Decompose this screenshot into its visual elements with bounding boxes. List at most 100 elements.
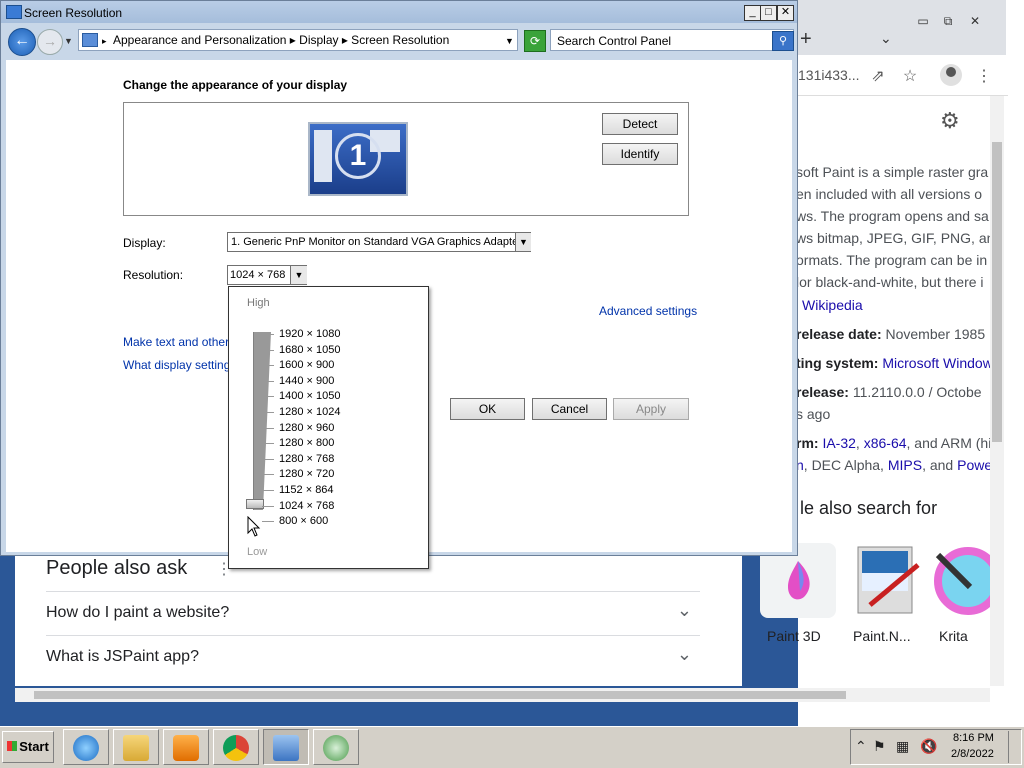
breadcrumb[interactable]: Appearance and Personalization ▸ Display… — [113, 33, 449, 47]
action-center-flag-icon[interactable]: ⚑ — [873, 738, 886, 755]
kp-os-link[interactable]: Microsoft Window — [882, 355, 992, 371]
maximize-button[interactable]: □ — [760, 5, 777, 21]
chevron-down-icon[interactable]: ▼ — [290, 266, 307, 284]
kp-description-line: lor black-and-white, but there i — [796, 274, 984, 290]
recent-pages-icon[interactable]: ▼ — [64, 36, 73, 46]
installer-icon — [323, 735, 349, 761]
resolution-option[interactable]: 1600 × 900 — [279, 359, 334, 371]
mouse-cursor-icon — [247, 516, 261, 537]
paa-question-row[interactable]: How do I paint a website? ⌄ — [46, 591, 700, 636]
resolution-option[interactable]: 1280 × 960 — [279, 422, 334, 434]
window-icon — [6, 5, 22, 19]
kp-description-line: ws. The program opens and sa — [796, 208, 989, 224]
kp-stable-row: release: 11.2110.0.0 / Octobe — [796, 384, 982, 400]
clock-time[interactable]: 8:16 PM — [953, 732, 994, 744]
taskbar-media-player[interactable] — [163, 729, 209, 765]
kp-stable-ago: s ago — [796, 406, 831, 422]
show-desktop-button[interactable] — [1008, 731, 1021, 763]
clock-date[interactable]: 2/8/2022 — [951, 748, 994, 760]
close-button[interactable]: ✕ — [777, 5, 794, 21]
vertical-scroll-thumb[interactable] — [992, 142, 1002, 442]
start-button[interactable]: Start — [2, 731, 54, 763]
share-icon[interactable]: ⇗ — [868, 66, 888, 86]
kp-platform-link[interactable]: x86-64 — [864, 435, 907, 451]
resolution-option[interactable]: 1280 × 800 — [279, 437, 334, 449]
identify-button[interactable]: Identify — [602, 143, 678, 165]
kp-platform-link[interactable]: IA-32 — [822, 435, 855, 451]
address-bar[interactable]: 131i433... — [798, 67, 860, 83]
advanced-settings-link[interactable]: Advanced settings — [599, 304, 697, 318]
ok-button[interactable]: OK — [450, 398, 525, 420]
network-icon[interactable]: ▦ — [896, 738, 909, 755]
krita-icon — [934, 547, 1002, 615]
taskbar-chrome[interactable] — [213, 729, 259, 765]
resolution-option[interactable]: 1280 × 1024 — [279, 406, 340, 418]
resolution-tick — [262, 365, 274, 366]
paa-question-row[interactable]: What is JSPaint app? ⌄ — [46, 635, 700, 680]
breadcrumb-separator-icon[interactable]: ▸ — [102, 36, 107, 47]
kp-platform-link[interactable]: MIPS — [888, 457, 922, 473]
tile-caption: Paint 3D — [767, 628, 821, 644]
kp-description-line: en included with all versions o — [796, 186, 982, 202]
gear-icon[interactable]: ⚙ — [940, 108, 960, 134]
text-size-link[interactable]: Make text and other it — [123, 335, 238, 349]
resolution-slider-thumb[interactable] — [246, 499, 264, 509]
refresh-button[interactable]: ⟳ — [524, 30, 546, 52]
kp-release-value: November 1985 — [885, 326, 986, 342]
people-also-search-heading: le also search for — [800, 498, 938, 518]
kp-stable-label: release: — [796, 384, 849, 400]
taskbar-control-panel[interactable] — [263, 729, 309, 765]
tile-caption: Paint.N... — [853, 628, 911, 644]
minimize-icon[interactable]: ▭ — [912, 14, 934, 30]
kp-release-label: release date: — [796, 326, 882, 342]
resolution-option[interactable]: 800 × 600 — [279, 515, 328, 527]
kp-description-line: soft Paint is a simple raster gra — [796, 164, 989, 180]
menu-kebab-icon[interactable]: ⋮ — [974, 66, 994, 86]
chevron-down-icon[interactable]: ▼ — [515, 233, 531, 251]
taskbar-internet-explorer[interactable] — [63, 729, 109, 765]
volume-muted-icon[interactable]: 🔇 — [920, 738, 937, 755]
profile-avatar[interactable] — [940, 64, 962, 86]
chevron-up-icon[interactable]: ⌃ — [855, 738, 867, 755]
apply-button[interactable]: Apply — [613, 398, 689, 420]
windows-logo-icon — [7, 741, 18, 751]
taskbar-installer[interactable] — [313, 729, 359, 765]
tile-paintnet[interactable] — [846, 543, 922, 618]
resolution-option[interactable]: 1400 × 1050 — [279, 390, 340, 402]
taskbar-explorer[interactable] — [113, 729, 159, 765]
resolution-tick — [262, 428, 274, 429]
resolution-tick — [262, 412, 274, 413]
folder-icon — [123, 735, 149, 761]
bookmark-star-icon[interactable]: ☆ — [900, 66, 920, 86]
resolution-option[interactable]: 1440 × 900 — [279, 375, 334, 387]
minimize-button[interactable]: _ — [744, 5, 761, 21]
resolution-option[interactable]: 1280 × 720 — [279, 468, 334, 480]
detect-button[interactable]: Detect — [602, 113, 678, 135]
resolution-option[interactable]: 1680 × 1050 — [279, 344, 340, 356]
wikipedia-link[interactable]: Wikipedia — [802, 297, 863, 313]
paintnet-icon — [857, 546, 920, 614]
media-player-icon — [173, 735, 199, 761]
chrome-icon — [223, 735, 249, 761]
resolution-option[interactable]: 1024 × 768 — [279, 500, 334, 512]
kp-os-row: ting system: Microsoft Window — [796, 355, 993, 371]
tab-search-icon[interactable]: ⌄ — [880, 30, 892, 47]
forward-button[interactable]: → — [37, 29, 63, 55]
back-button[interactable]: ← — [8, 28, 36, 56]
resolution-option[interactable]: 1280 × 768 — [279, 453, 334, 465]
resolution-tick — [262, 459, 274, 460]
horizontal-scroll-thumb[interactable] — [34, 691, 846, 699]
resolution-slider-track[interactable] — [253, 332, 271, 510]
address-dropdown-icon[interactable]: ▼ — [505, 36, 514, 46]
resolution-tick — [262, 521, 274, 522]
resolution-option[interactable]: 1152 × 864 — [279, 484, 334, 496]
close-icon[interactable]: ✕ — [964, 14, 986, 30]
cancel-button[interactable]: Cancel — [532, 398, 607, 420]
new-tab-icon[interactable]: + — [800, 28, 812, 51]
resolution-option[interactable]: 1920 × 1080 — [279, 328, 340, 340]
chevron-down-icon: ⌄ — [676, 644, 692, 664]
search-icon[interactable]: ⚲ — [772, 31, 794, 51]
restore-icon[interactable]: ⧉ — [937, 14, 959, 30]
display-settings-help-link[interactable]: What display settings — [123, 358, 236, 372]
slider-high-label: High — [247, 297, 270, 309]
